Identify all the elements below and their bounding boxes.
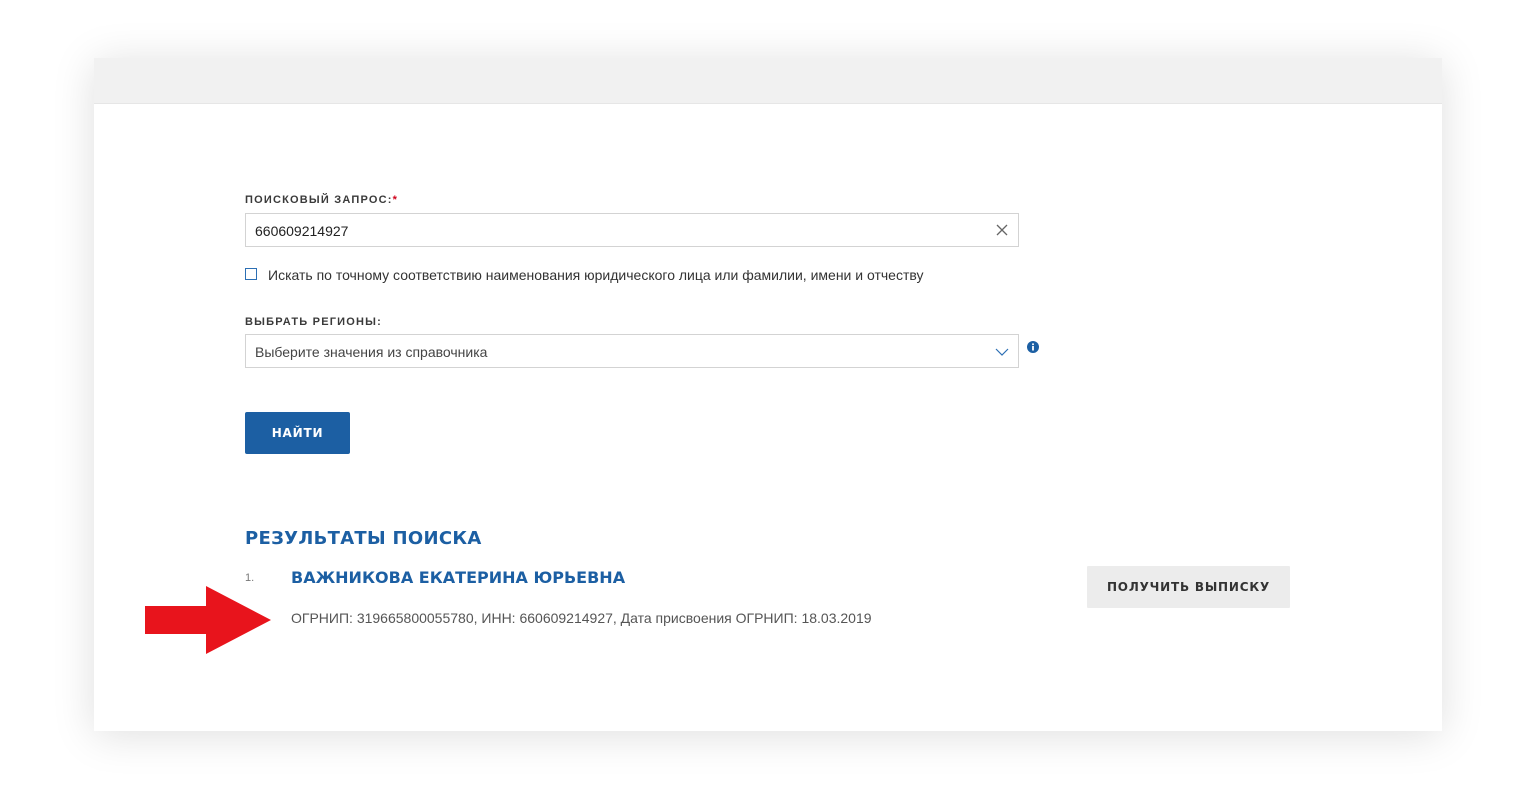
- required-mark: *: [392, 194, 399, 206]
- result-name-link[interactable]: ВАЖНИКОВА ЕКАТЕРИНА ЮРЬЕВНА: [291, 568, 625, 587]
- result-number: 1.: [245, 572, 255, 584]
- search-card: ПОИСКОВЫЙ ЗАПРОС:* 660609214927 Искать п…: [94, 58, 1442, 731]
- close-icon[interactable]: [995, 223, 1009, 237]
- regions-placeholder: Выберите значения из справочника: [255, 344, 488, 360]
- chevron-down-icon[interactable]: [994, 345, 1010, 359]
- exact-match-checkbox[interactable]: [245, 268, 257, 280]
- exact-match-label: Искать по точному соответствию наименова…: [268, 267, 924, 283]
- result-details: ОГРНИП: 319665800055780, ИНН: 6606092149…: [291, 610, 872, 626]
- info-icon[interactable]: [1027, 341, 1039, 353]
- get-extract-button[interactable]: ПОЛУЧИТЬ ВЫПИСКУ: [1087, 566, 1290, 608]
- red-arrow-icon: [145, 586, 271, 654]
- results-title: РЕЗУЛЬТАТЫ ПОИСКА: [245, 528, 482, 549]
- search-label: ПОИСКОВЫЙ ЗАПРОС:*: [245, 194, 399, 206]
- regions-select[interactable]: Выберите значения из справочника: [245, 334, 1019, 368]
- card-header: [94, 58, 1442, 104]
- search-input[interactable]: 660609214927: [245, 213, 1019, 247]
- search-input-value: 660609214927: [255, 223, 349, 239]
- find-button[interactable]: НАЙТИ: [245, 412, 350, 454]
- regions-label: ВЫБРАТЬ РЕГИОНЫ:: [245, 316, 383, 328]
